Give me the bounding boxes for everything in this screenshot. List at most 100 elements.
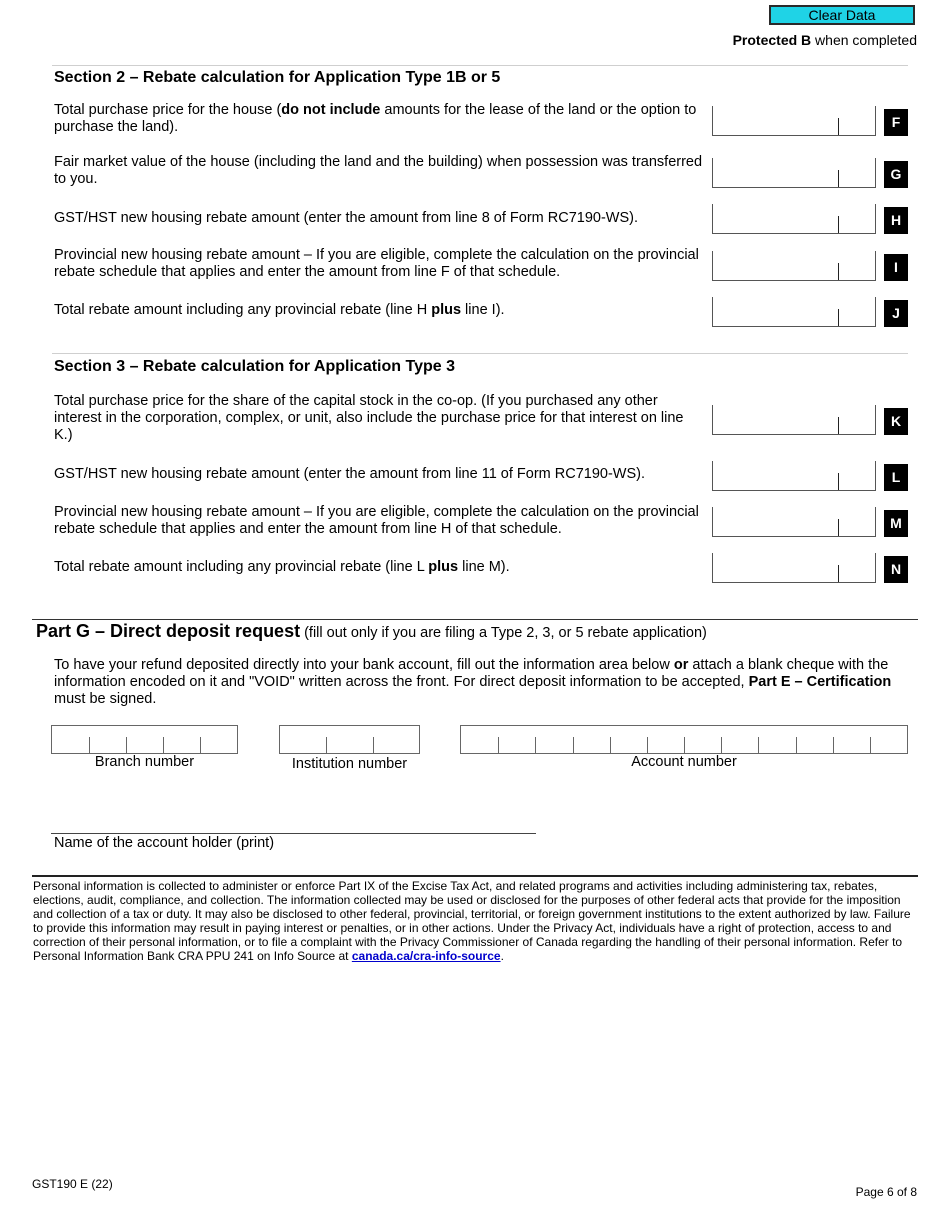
line-letter-badge: F	[884, 109, 908, 136]
digit-cell[interactable]	[461, 726, 498, 753]
privacy-end: .	[500, 949, 504, 963]
line-letter-badge: L	[884, 464, 908, 491]
account-holder-name-field[interactable]	[51, 833, 536, 834]
digit-cell[interactable]	[832, 726, 870, 753]
cents-divider	[838, 416, 839, 434]
line-text: line I).	[461, 302, 505, 318]
info-source-link[interactable]: canada.ca/cra-info-source	[352, 949, 501, 963]
digit-cell[interactable]	[200, 726, 237, 753]
digit-cell[interactable]	[609, 726, 647, 753]
line-l-amount-field[interactable]	[712, 461, 876, 491]
line-g-amount-field[interactable]	[712, 158, 876, 188]
line-n-amount-field[interactable]	[712, 553, 876, 583]
line-text: Total rebate amount including any provin…	[54, 302, 432, 318]
cents-divider	[838, 262, 839, 280]
line-g-description: Fair market value of the house (includin…	[54, 154, 704, 188]
section3-title: Section 3 – Rebate calculation for Appli…	[54, 358, 455, 375]
cents-divider	[838, 564, 839, 582]
digit-cell[interactable]	[646, 726, 684, 753]
digit-cell[interactable]	[89, 726, 126, 753]
instr-text-3: must be signed.	[54, 691, 157, 707]
section2-divider	[52, 65, 908, 66]
line-m-amount-field[interactable]	[712, 507, 876, 537]
line-n-description: Total rebate amount including any provin…	[54, 559, 704, 576]
account-number-group: Account number	[460, 725, 908, 770]
line-text: Provincial new housing rebate amount – I…	[54, 504, 699, 537]
line-letter-badge: N	[884, 556, 908, 583]
line-letter-badge: G	[884, 161, 908, 188]
line-text: GST/HST new housing rebate amount (enter…	[54, 466, 646, 482]
protected-b-notice: Protected B when completed	[733, 32, 917, 48]
page-number: Page 6 of 8	[855, 1185, 917, 1199]
line-text: Fair market value of the house (includin…	[54, 154, 703, 187]
branch-number-label: Branch number	[94, 754, 195, 770]
line-i-amount-field[interactable]	[712, 251, 876, 281]
partg-title-main: Part G – Direct deposit request	[36, 621, 301, 641]
account-number-label: Account number	[631, 754, 737, 770]
partg-subtitle: (fill out only if you are filing a Type …	[300, 625, 707, 641]
line-text: line M).	[458, 559, 510, 575]
line-h-amount-field[interactable]	[712, 204, 876, 234]
line-text: Total purchase price for the house (	[54, 102, 282, 118]
form-id: GST190 E (22)	[32, 1177, 113, 1191]
line-k-amount-field[interactable]	[712, 405, 876, 435]
account-holder-name-label: Name of the account holder (print)	[54, 835, 275, 851]
digit-cell[interactable]	[535, 726, 572, 753]
line-f-amount-field[interactable]	[712, 106, 876, 136]
line-k-description: Total purchase price for the share of th…	[54, 393, 704, 444]
institution-number-field[interactable]	[279, 725, 420, 754]
instr-bold-certification: Part E – Certification	[748, 674, 892, 690]
institution-number-label: Institution number	[291, 756, 408, 772]
protected-b-label: Protected B	[732, 32, 812, 48]
digit-cell[interactable]	[684, 726, 721, 753]
cents-divider	[838, 117, 839, 135]
digit-cell[interactable]	[721, 726, 758, 753]
instr-bold-or: or	[673, 657, 689, 673]
digit-cell[interactable]	[52, 726, 89, 753]
clear-data-button[interactable]: Clear Data	[769, 5, 915, 25]
digit-cell[interactable]	[126, 726, 163, 753]
digit-cell[interactable]	[280, 726, 326, 753]
line-letter-badge: I	[884, 254, 908, 281]
line-letter-badge: J	[884, 300, 908, 327]
section2-title: Section 2 – Rebate calculation for Appli…	[54, 69, 501, 86]
digit-cell[interactable]	[572, 726, 610, 753]
instr-text-1: To have your refund deposited directly i…	[54, 657, 674, 673]
line-m-description: Provincial new housing rebate amount – I…	[54, 504, 704, 538]
cents-divider	[838, 215, 839, 233]
line-text: Total purchase price for the share of th…	[54, 393, 684, 443]
cents-divider	[838, 169, 839, 187]
line-l-description: GST/HST new housing rebate amount (enter…	[54, 466, 704, 483]
line-i-description: Provincial new housing rebate amount – I…	[54, 247, 704, 281]
digit-cell[interactable]	[795, 726, 833, 753]
section3-divider	[52, 353, 908, 354]
cents-divider	[838, 308, 839, 326]
line-text: Provincial new housing rebate amount – I…	[54, 247, 699, 280]
institution-number-group: Institution number	[279, 725, 420, 772]
branch-number-field[interactable]	[51, 725, 238, 754]
digit-cell[interactable]	[163, 726, 200, 753]
partg-divider	[32, 619, 918, 620]
line-text: GST/HST new housing rebate amount (enter…	[54, 210, 639, 226]
line-text: Total rebate amount including any provin…	[54, 559, 429, 575]
digit-cell[interactable]	[869, 726, 907, 753]
line-f-description: Total purchase price for the house (do n…	[54, 102, 704, 136]
line-j-description: Total rebate amount including any provin…	[54, 302, 704, 319]
partg-instructions: To have your refund deposited directly i…	[54, 657, 914, 708]
digit-cell[interactable]	[372, 726, 419, 753]
line-h-description: GST/HST new housing rebate amount (enter…	[54, 210, 704, 227]
cents-divider	[838, 518, 839, 536]
line-text-bold: do not include	[281, 102, 381, 118]
line-text-bold: plus	[431, 302, 462, 318]
line-letter-badge: H	[884, 207, 908, 234]
line-text-bold: plus	[428, 559, 459, 575]
digit-cell[interactable]	[326, 726, 372, 753]
digit-cell[interactable]	[498, 726, 535, 753]
digit-cell[interactable]	[758, 726, 795, 753]
cents-divider	[838, 472, 839, 490]
branch-number-group: Branch number	[51, 725, 238, 770]
account-number-field[interactable]	[460, 725, 908, 754]
line-j-amount-field[interactable]	[712, 297, 876, 327]
protected-b-suffix: when completed	[811, 32, 917, 48]
line-letter-badge: K	[884, 408, 908, 435]
